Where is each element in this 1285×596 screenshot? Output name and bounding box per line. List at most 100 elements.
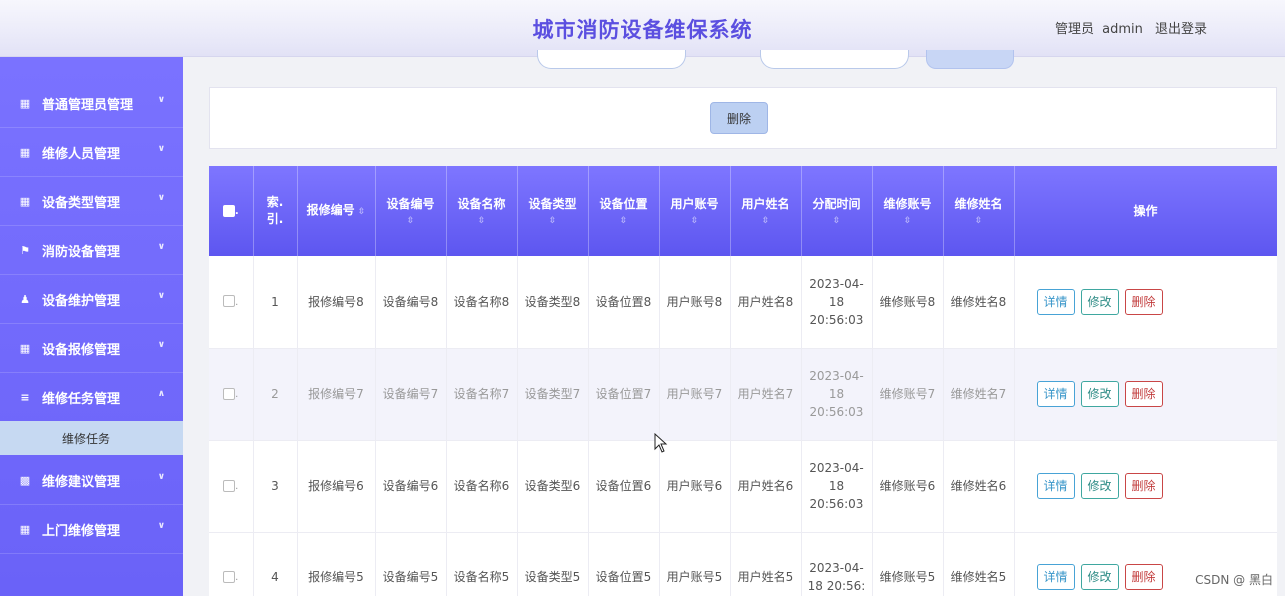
row-checkbox[interactable] (223, 387, 236, 400)
chevron-up-icon: ∧ (157, 389, 165, 399)
detail-button[interactable]: 详情 (1036, 473, 1075, 499)
cell-user-account: 用户账号8 (659, 256, 731, 349)
cell-repair-account: 维修账号5 (872, 532, 944, 596)
sidebar-item-label: 维修人员管理 (42, 146, 121, 162)
cell-device-location: 设备位置6 (588, 440, 660, 533)
table-row: . 2 报修编号7 设备编号7 设备名称7 设备类型7 设备位置7 用户账号7 … (209, 348, 1277, 441)
search-input-repair-no[interactable] (537, 50, 686, 69)
cell-repair-name: 维修姓名5 (943, 532, 1015, 596)
bulk-delete-button[interactable]: 删除 (710, 102, 768, 134)
chevron-down-icon: ∨ (157, 340, 165, 350)
select-all-checkbox[interactable] (222, 204, 235, 217)
sort-icon: ⇳ (548, 216, 557, 226)
edit-button[interactable]: 修改 (1080, 473, 1119, 499)
sidebar-item-maintenance[interactable]: ♟ 设备维护管理 ∨ (0, 275, 183, 324)
delete-button[interactable]: 删除 (1124, 473, 1163, 499)
grid-icon: ▦ (19, 194, 31, 208)
sidebar-item-onsite-repair[interactable]: ▦ 上门维修管理 ∨ (0, 505, 183, 554)
sort-icon: ⇳ (903, 216, 912, 226)
edit-button[interactable]: 修改 (1080, 288, 1119, 315)
user-icon: ♟ (20, 292, 30, 306)
cell-user-name: 用户姓名7 (730, 348, 802, 441)
delete-button[interactable]: 删除 (1124, 288, 1163, 315)
grid-icon: ▦ (19, 96, 31, 110)
chevron-down-icon: ∨ (157, 95, 165, 105)
detail-button[interactable]: 详情 (1036, 288, 1075, 315)
edit-button[interactable]: 修改 (1080, 564, 1119, 590)
cell-index: 2 (253, 348, 298, 441)
sort-icon: ⇳ (477, 216, 486, 226)
col-device-type[interactable]: 设备类型 ⇳ (517, 166, 589, 256)
cell-user-account: 用户账号7 (659, 348, 731, 441)
edit-button[interactable]: 修改 (1080, 381, 1119, 407)
col-device-location[interactable]: 设备位置 ⇳ (588, 166, 660, 256)
search-button[interactable] (926, 50, 1014, 69)
detail-button[interactable]: 详情 (1036, 381, 1075, 407)
col-device-no[interactable]: 设备编号 ⇳ (375, 166, 447, 256)
search-input-device-no[interactable] (760, 50, 909, 69)
delete-button[interactable]: 删除 (1124, 381, 1163, 407)
cell-device-no: 设备编号5 (375, 532, 447, 596)
cell-device-no: 设备编号6 (375, 440, 447, 533)
cell-index: 1 (253, 256, 298, 349)
sort-icon: ⇳ (690, 216, 699, 226)
cell-repair-account: 维修账号7 (872, 348, 944, 441)
col-repair-name[interactable]: 维修姓名 ⇳ (943, 166, 1015, 256)
cell-repair-no: 报修编号8 (297, 256, 376, 349)
sidebar-item-repair-reports[interactable]: ▦ 设备报修管理 ∨ (0, 324, 183, 373)
cell-repair-name: 维修姓名8 (943, 256, 1015, 349)
cell-user-account: 用户账号5 (659, 532, 731, 596)
submenu-repair-tasks[interactable]: 维修任务 (0, 421, 183, 455)
sort-icon: ⇳ (619, 216, 628, 226)
col-repair-account[interactable]: 维修账号 ⇳ (872, 166, 944, 256)
action-bar: 删除 (209, 87, 1277, 149)
logout-link[interactable]: 退出登录 (1155, 22, 1207, 37)
chevron-down-icon: ∨ (157, 472, 165, 482)
cell-user-account: 用户账号6 (659, 440, 731, 533)
cell-device-location: 设备位置5 (588, 532, 660, 596)
row-checkbox[interactable] (223, 570, 236, 583)
cell-repair-name: 维修姓名6 (943, 440, 1015, 533)
col-device-name[interactable]: 设备名称 ⇳ (446, 166, 518, 256)
delete-button[interactable]: 删除 (1124, 564, 1163, 590)
sidebar-item-admin[interactable]: ▦ 普通管理员管理 ∨ (0, 79, 183, 128)
cell-device-no: 设备编号8 (375, 256, 447, 349)
sidebar-item-repairers[interactable]: ▦ 维修人员管理 ∨ (0, 128, 183, 177)
sliders-icon: ≡ (20, 390, 30, 404)
cell-device-type: 设备类型8 (517, 256, 589, 349)
grid-icon: ▦ (19, 341, 31, 355)
cell-assign-time: 2023-04-18 20:56:03 (801, 440, 873, 533)
col-assign-time[interactable]: 分配时间 ⇳ (801, 166, 873, 256)
table-row: . 1 报修编号8 设备编号8 设备名称8 设备类型8 设备位置8 用户账号8 … (209, 256, 1277, 349)
cell-device-no: 设备编号7 (375, 348, 447, 441)
cell-ops: 详情 修改 删除 (1014, 348, 1277, 441)
user-area: 管理员 admin 退出登录 (1047, 18, 1207, 37)
user-role: 管理员 (1054, 22, 1094, 37)
chevron-down-icon: ∨ (157, 291, 165, 301)
col-ops: 操作 (1014, 166, 1277, 256)
sidebar-item-repair-tasks[interactable]: ≡ 维修任务管理 ∧ (0, 373, 183, 422)
chevron-down-icon: ∨ (157, 193, 165, 203)
sort-icon: ⇳ (832, 216, 841, 226)
row-checkbox[interactable] (223, 295, 236, 308)
sort-icon: ⇳ (761, 216, 770, 226)
mouse-cursor-icon (654, 433, 668, 453)
sidebar-item-suggestions[interactable]: ▩ 维修建议管理 ∨ (0, 456, 183, 505)
sidebar-item-fire-devices[interactable]: ⚑ 消防设备管理 ∨ (0, 226, 183, 275)
row-checkbox[interactable] (223, 479, 236, 492)
col-repair-no[interactable]: 报修编号 ⇳ (297, 166, 376, 256)
detail-button[interactable]: 详情 (1036, 564, 1075, 590)
cell-ops: 详情 修改 删除 (1014, 256, 1277, 349)
sidebar-item-device-types[interactable]: ▦ 设备类型管理 ∨ (0, 177, 183, 226)
watermark: CSDN @ 黑白 (1195, 573, 1273, 587)
col-user-name[interactable]: 用户姓名 ⇳ (730, 166, 802, 256)
chevron-down-icon: ∨ (157, 242, 165, 252)
col-user-account[interactable]: 用户账号 ⇳ (659, 166, 731, 256)
cell-assign-time: 2023-04-18 20:56: (801, 532, 873, 596)
cell-user-name: 用户姓名8 (730, 256, 802, 349)
cell-assign-time: 2023-04-18 20:56:03 (801, 256, 873, 349)
sidebar-item-label: 普通管理员管理 (42, 97, 134, 113)
sidebar-item-label: 消防设备管理 (42, 244, 121, 260)
sidebar-item-label: 设备维护管理 (42, 293, 121, 309)
cell-user-name: 用户姓名6 (730, 440, 802, 533)
